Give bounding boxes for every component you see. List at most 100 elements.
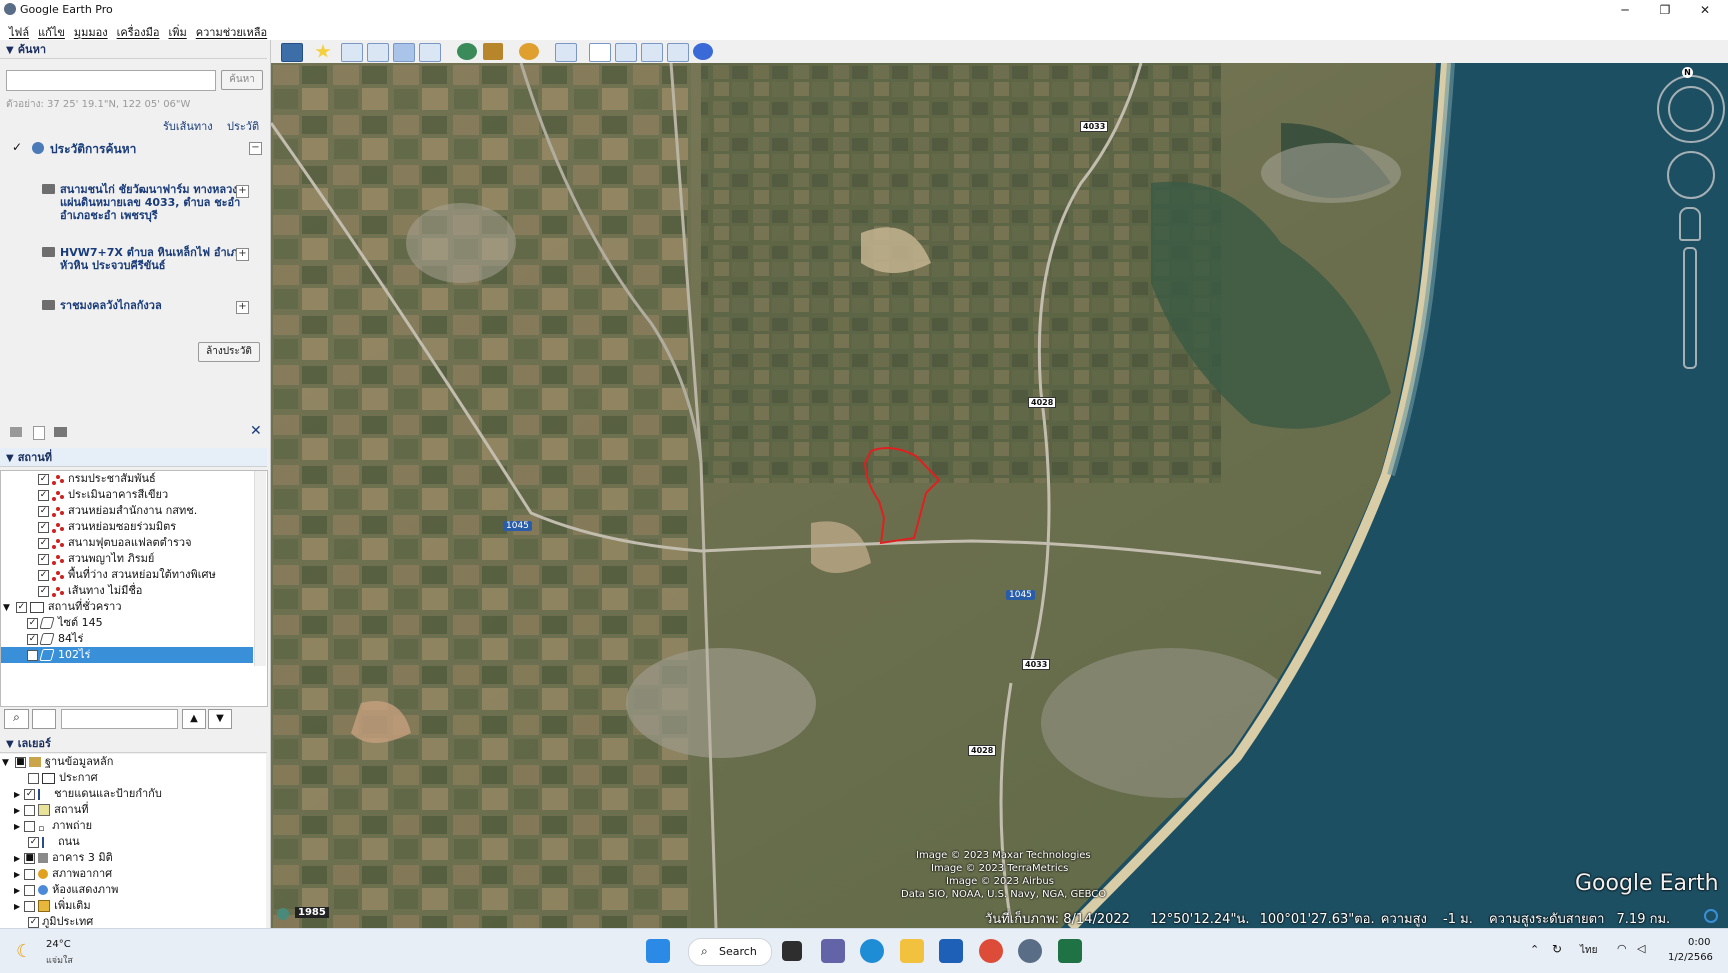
zoom-slider[interactable] [1683, 247, 1697, 369]
street-view-pegman-icon[interactable] [1679, 207, 1701, 241]
weather-temp[interactable]: 24°C [46, 939, 71, 950]
menu-help[interactable]: ความช่วยเหลือ [196, 23, 267, 41]
expand-triangle-icon[interactable]: ▼ [3, 603, 10, 613]
edge-icon[interactable] [860, 939, 884, 963]
place-item[interactable]: ✓ พื้นที่ว่าง สวนหย่อมใต้ทางพิเศษ [38, 567, 216, 583]
history-item[interactable]: HVW7+7X ตำบล หินเหล็กไฟ อำเภอหัวหิน ประจ… [42, 246, 252, 272]
checkbox[interactable]: ✓ [28, 836, 39, 848]
sync-icon[interactable]: ↻ [1552, 942, 1562, 956]
layer-item[interactable]: ▶ สถานที่ [14, 802, 88, 818]
planet-icon[interactable] [519, 43, 539, 60]
windows-start-icon[interactable] [646, 939, 670, 963]
checkbox[interactable]: ✓ [28, 916, 39, 928]
places-scrollbar[interactable] [254, 471, 266, 666]
copy-icon[interactable] [33, 426, 45, 440]
expand-triangle-icon[interactable]: ▶ [14, 822, 20, 831]
checkbox[interactable]: ✓ [27, 649, 38, 661]
place-item[interactable]: ✓ กรมประชาสัมพันธ์ [38, 471, 156, 487]
google-earth-taskbar-icon[interactable] [1018, 939, 1042, 963]
temp-places-folder[interactable]: ▼ ✓ สถานที่ชั่วคราว [3, 599, 122, 615]
search-places-icon[interactable]: ⌕ [4, 709, 29, 729]
layer-item[interactable]: ▶ เพิ่มเติม [14, 898, 91, 914]
menu-tools[interactable]: เครื่องมือ [117, 23, 160, 41]
toggle-panel-icon[interactable] [32, 709, 56, 729]
checkbox[interactable]: ✓ [15, 601, 27, 613]
year-badge[interactable]: 1985 [295, 907, 329, 918]
historical-imagery-icon[interactable] [277, 908, 289, 920]
map-view[interactable]: 4033 4028 1045 1045 4033 4028 Image © 20… [271, 63, 1728, 928]
checkbox[interactable]: ✓ [27, 617, 38, 629]
layer-item[interactable]: ▶ ✓ ชายแดนและป้ายกำกับ [14, 786, 162, 802]
maximize-button[interactable]: ❐ [1645, 0, 1685, 20]
weather-desc[interactable]: แจ่มใส [46, 953, 73, 967]
menu-view[interactable]: มุมมอง [74, 23, 108, 41]
place-item[interactable]: ✓ เส้นทาง ไม่มีชื่อ [38, 583, 142, 599]
place-item-selected[interactable]: ✓ 102ไร่ [1, 647, 253, 663]
expand-triangle-icon[interactable]: ▶ [14, 886, 20, 895]
polygon-tool-icon[interactable] [341, 43, 363, 62]
clock-date[interactable]: 1/2/2566 [1668, 952, 1713, 963]
move-joystick[interactable] [1667, 151, 1715, 199]
print-icon[interactable] [615, 43, 637, 62]
maps-icon[interactable] [667, 43, 689, 62]
places-panel-header[interactable]: ▼ สถานที่ [0, 448, 267, 467]
sidebar-toggle-icon[interactable] [281, 43, 303, 62]
checkbox[interactable]: ■ [24, 852, 36, 864]
email-icon[interactable] [589, 43, 611, 62]
checkbox[interactable]: ✓ [38, 505, 49, 517]
checkbox[interactable]: ■ [14, 756, 26, 768]
checkbox[interactable]: ✓ [38, 585, 49, 597]
ruler-icon[interactable] [555, 43, 577, 62]
search-input[interactable] [6, 70, 216, 91]
volume-icon[interactable]: ◁ [1637, 942, 1645, 955]
checkbox[interactable]: ✓ [38, 489, 49, 501]
up-arrow-icon[interactable]: ▲ [182, 709, 206, 729]
history-add-button[interactable]: + [236, 248, 249, 261]
expand-triangle-icon[interactable]: ▶ [14, 854, 20, 863]
checkbox[interactable] [24, 820, 36, 832]
expand-triangle-icon[interactable]: ▶ [14, 902, 20, 911]
layer-item[interactable]: ✓ ถนน [28, 834, 80, 850]
tour-icon[interactable] [419, 43, 441, 62]
checkbox[interactable] [24, 804, 36, 816]
places-tree[interactable]: ✓ กรมประชาสัมพันธ์ ✓ ประเมินอาคารสีเขียว ✓… [0, 470, 268, 707]
layer-item[interactable]: ▶ ▫ ภาพถ่าย [14, 818, 92, 834]
checkbox[interactable] [28, 772, 39, 784]
store-icon[interactable] [939, 939, 963, 963]
save-image-icon[interactable] [641, 43, 663, 62]
expand-triangle-icon[interactable]: ▶ [14, 790, 20, 799]
clock-time[interactable]: 0:00 [1688, 937, 1710, 948]
checkbox[interactable]: ✓ [38, 537, 49, 549]
layers-panel-header[interactable]: ▼ เลเยอร์ [0, 734, 267, 753]
excel-icon[interactable] [1058, 939, 1082, 963]
expand-triangle-icon[interactable]: ▼ [2, 758, 9, 768]
history-add-button[interactable]: + [236, 185, 249, 198]
checkbox[interactable] [24, 900, 36, 912]
menu-file[interactable]: ไฟล์ [9, 23, 29, 41]
down-arrow-icon[interactable]: ▼ [208, 709, 232, 729]
layer-item[interactable]: ▶ ห้องแสดงภาพ [14, 882, 118, 898]
add-folder-icon[interactable] [10, 427, 22, 437]
tray-chevron-icon[interactable]: ⌃ [1530, 943, 1539, 956]
place-item[interactable]: ✓ สวนหย่อมสำนักงาน กสทช. [38, 503, 197, 519]
checkbox[interactable]: ✓ [38, 521, 49, 533]
print-icon[interactable] [54, 427, 67, 437]
history-link[interactable]: ประวัติ [227, 117, 259, 135]
history-check-icon[interactable]: ✓ [12, 140, 22, 154]
directions-link[interactable]: รับเส้นทาง [163, 117, 213, 135]
sun-icon[interactable] [483, 43, 503, 60]
place-item[interactable]: ✓ ประเมินอาคารสีเขียว [38, 487, 168, 503]
task-view-icon[interactable] [782, 941, 802, 961]
history-collapse-button[interactable]: − [249, 142, 262, 155]
layer-item[interactable]: ประกาศ [28, 770, 98, 786]
history-item[interactable]: สนามชนไก่ ชัยวัฒนาฟาร์ม ทางหลวงแผ่นดินหม… [42, 183, 252, 222]
history-add-button[interactable]: + [236, 301, 249, 314]
place-item[interactable]: ✓ สวนพญาไท ภิรมย์ [38, 551, 154, 567]
history-imagery-icon[interactable] [457, 43, 477, 60]
clear-history-button[interactable]: ล้างประวัติ [198, 342, 260, 362]
layers-tree[interactable]: ▼ ■ ฐานข้อมูลหลัก ประกาศ ▶ ✓ ชายแดนและป้ายกำ… [0, 754, 266, 928]
minimize-button[interactable]: ─ [1605, 0, 1645, 20]
taskbar-search-box[interactable]: ⌕ Search [688, 938, 772, 966]
overlay-icon[interactable] [393, 43, 415, 62]
placemark-icon[interactable] [315, 44, 331, 58]
